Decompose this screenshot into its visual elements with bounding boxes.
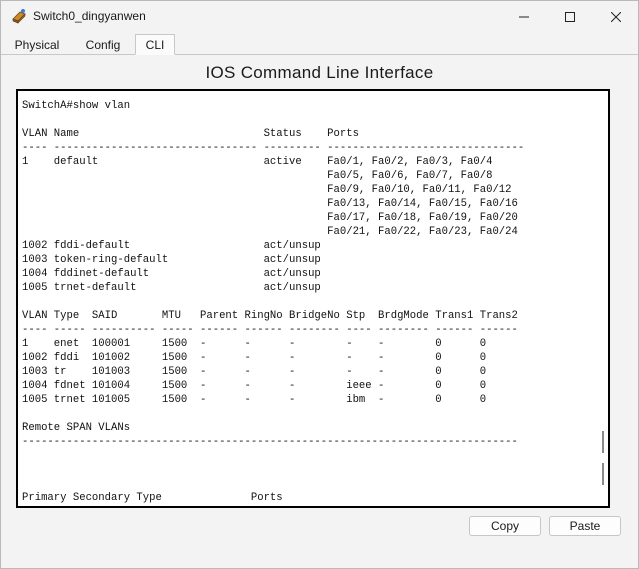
maximize-button[interactable]: [547, 1, 593, 33]
close-button[interactable]: [593, 1, 639, 33]
terminal-scrollbar[interactable]: [598, 91, 608, 506]
scrollbar-thumb[interactable]: [602, 463, 604, 485]
title-bar[interactable]: Switch0_dingyanwen: [1, 1, 638, 33]
maximize-icon: [565, 12, 575, 22]
switch-app-icon: [11, 8, 28, 25]
application-window: Switch0_dingyanwen Physical Config CLI I…: [0, 0, 639, 569]
tab-physical[interactable]: Physical: [3, 35, 71, 54]
terminal-output[interactable]: SwitchA#show vlan VLAN Name Status Ports…: [22, 99, 524, 506]
paste-button[interactable]: Paste: [549, 516, 621, 536]
cli-panel: IOS Command Line Interface SwitchA#show …: [3, 55, 636, 566]
cli-heading: IOS Command Line Interface: [205, 63, 434, 82]
copy-button[interactable]: Copy: [469, 516, 541, 536]
minimize-icon: [519, 16, 529, 18]
tab-config[interactable]: Config: [73, 35, 133, 54]
minimize-button[interactable]: [501, 1, 547, 33]
tab-bar: Physical Config CLI: [1, 33, 638, 55]
window-title: Switch0_dingyanwen: [33, 9, 146, 23]
close-icon: [611, 12, 621, 22]
terminal-console[interactable]: SwitchA#show vlan VLAN Name Status Ports…: [16, 89, 610, 508]
tab-cli[interactable]: CLI: [135, 34, 175, 55]
scrollbar-thumb[interactable]: [602, 431, 604, 453]
